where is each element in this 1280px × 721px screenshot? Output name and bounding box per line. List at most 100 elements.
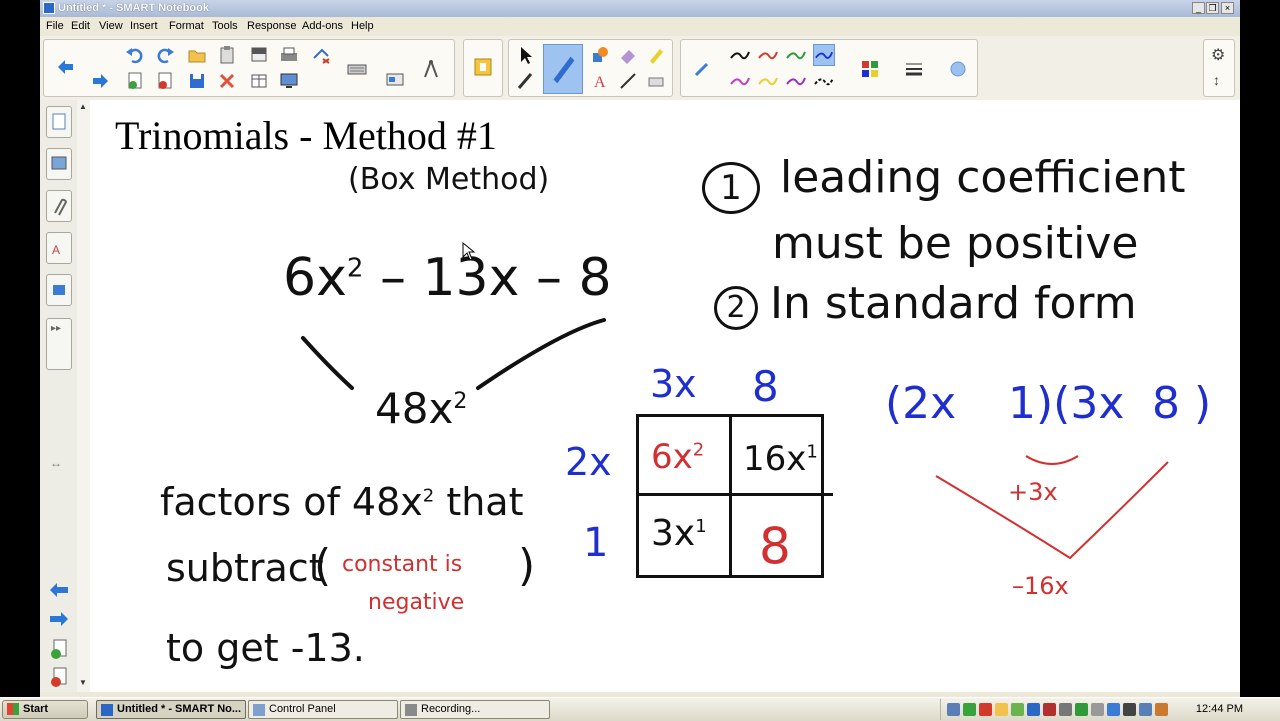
tray-app-icon[interactable] bbox=[1043, 703, 1056, 716]
tray-printer-icon[interactable] bbox=[1091, 703, 1104, 716]
next-page-side-icon[interactable] bbox=[48, 610, 70, 628]
tray-bluetooth-icon[interactable] bbox=[1027, 703, 1040, 716]
task-recording[interactable]: Recording... bbox=[400, 700, 550, 719]
start-button[interactable]: Start bbox=[2, 700, 88, 719]
menu-file[interactable]: File bbox=[46, 20, 64, 32]
properties-tab[interactable]: A bbox=[46, 232, 72, 264]
delete-icon[interactable] bbox=[216, 70, 238, 92]
text-tool-icon[interactable]: A bbox=[589, 70, 611, 92]
tray-folder-icon[interactable] bbox=[995, 703, 1008, 716]
scroll-up-icon[interactable]: ▲ bbox=[79, 102, 87, 111]
undo-icon[interactable] bbox=[124, 44, 146, 66]
vertical-scrollbar[interactable]: ▲ ▼ bbox=[77, 100, 91, 692]
tray-smart-icon[interactable] bbox=[1107, 703, 1120, 716]
menu-view[interactable]: View bbox=[99, 20, 123, 32]
line-purple-icon[interactable] bbox=[785, 70, 807, 92]
highlighter-icon[interactable] bbox=[645, 44, 667, 66]
smart-notebook-app-icon bbox=[43, 2, 55, 14]
creative-pen-icon[interactable] bbox=[515, 70, 537, 92]
select-arrow-icon[interactable] bbox=[515, 44, 537, 66]
add-page-side-icon[interactable] bbox=[48, 638, 70, 660]
tray-update-icon[interactable] bbox=[1155, 703, 1168, 716]
sidebar-collapse-handle[interactable]: ▸▸ bbox=[46, 318, 72, 370]
tray-spotify-icon[interactable] bbox=[1011, 703, 1024, 716]
add-page-icon[interactable] bbox=[124, 70, 146, 92]
window-title: Untitled * - SMART Notebook bbox=[58, 2, 209, 14]
tray-power-icon[interactable] bbox=[1123, 703, 1136, 716]
tray-display-icon[interactable] bbox=[1059, 703, 1072, 716]
next-page-icon[interactable] bbox=[90, 70, 112, 92]
task-smart-notebook-label: Untitled * - SMART No... bbox=[117, 703, 242, 715]
menu-help[interactable]: Help bbox=[351, 20, 374, 32]
tray-sync-icon[interactable] bbox=[1075, 703, 1088, 716]
notebook-task-icon bbox=[101, 704, 113, 716]
line-black-icon[interactable] bbox=[729, 44, 751, 66]
screen-capture-icon[interactable] bbox=[384, 70, 406, 92]
save-icon[interactable] bbox=[186, 70, 208, 92]
toolbar-group-properties bbox=[680, 39, 978, 97]
menu-edit[interactable]: Edit bbox=[71, 20, 90, 32]
delete-page-icon[interactable] bbox=[154, 70, 176, 92]
page-sorter-tab[interactable] bbox=[46, 106, 72, 138]
whiteboard-canvas[interactable]: Trinomials - Method #1 (Box Method) 6x2 … bbox=[90, 100, 1240, 692]
screen-shade-icon[interactable] bbox=[248, 44, 270, 66]
previous-page-side-icon[interactable] bbox=[48, 581, 70, 599]
toolbar-group-gallery bbox=[463, 39, 503, 97]
task-smart-notebook[interactable]: Untitled * - SMART No... bbox=[96, 700, 246, 719]
line-green-icon[interactable] bbox=[785, 44, 807, 66]
compass-icon[interactable] bbox=[420, 58, 442, 80]
shapes-icon[interactable] bbox=[589, 44, 611, 66]
attachments-tab[interactable] bbox=[46, 190, 72, 222]
table-icon[interactable] bbox=[248, 70, 270, 92]
line-red-icon[interactable] bbox=[757, 44, 779, 66]
menu-tools[interactable]: Tools bbox=[212, 20, 238, 32]
capture-toolbar-icon[interactable] bbox=[310, 44, 332, 66]
clock: 12:44 PM bbox=[1195, 703, 1243, 715]
eraser-icon[interactable] bbox=[617, 44, 639, 66]
svg-text:A: A bbox=[594, 74, 606, 91]
line-thickness-icon[interactable] bbox=[903, 58, 925, 80]
tray-network-icon[interactable] bbox=[947, 703, 960, 716]
tray-volume-icon[interactable] bbox=[1139, 703, 1152, 716]
line-blue-icon[interactable] bbox=[813, 44, 835, 66]
gear-icon[interactable]: ⚙ bbox=[1211, 45, 1225, 65]
line-yellow-icon[interactable] bbox=[757, 70, 779, 92]
redo-icon[interactable] bbox=[154, 44, 176, 66]
tray-alert-icon[interactable] bbox=[979, 703, 992, 716]
open-file-icon[interactable] bbox=[186, 44, 208, 66]
menu-insert[interactable]: Insert bbox=[130, 20, 158, 32]
delete-page-side-icon[interactable] bbox=[48, 666, 70, 688]
menu-format[interactable]: Format bbox=[169, 20, 204, 32]
keyboard-icon[interactable] bbox=[346, 58, 368, 80]
restore-button[interactable]: ❐ bbox=[1206, 2, 1219, 14]
eraser-small-icon[interactable] bbox=[645, 70, 667, 92]
display-icon[interactable] bbox=[278, 70, 300, 92]
line-magenta-icon[interactable] bbox=[729, 70, 751, 92]
menu-add-ons[interactable]: Add-ons bbox=[302, 20, 343, 32]
menu-response[interactable]: Response bbox=[247, 20, 297, 32]
tray-security-icon[interactable] bbox=[963, 703, 976, 716]
print-icon[interactable] bbox=[278, 44, 300, 66]
start-label: Start bbox=[23, 703, 49, 715]
gallery-icon[interactable] bbox=[472, 56, 494, 78]
line-tool-icon[interactable] bbox=[617, 70, 639, 92]
task-control-panel[interactable]: Control Panel bbox=[248, 700, 398, 719]
add-ons-tab[interactable] bbox=[46, 274, 72, 306]
previous-page-icon[interactable] bbox=[54, 56, 76, 78]
line-dashed-icon[interactable] bbox=[813, 70, 835, 92]
side-tab-bar: A ▸▸ ↔ bbox=[40, 100, 78, 692]
minimize-button[interactable]: _ bbox=[1192, 2, 1205, 14]
move-toolbar-icon[interactable]: ↕ bbox=[1213, 72, 1220, 88]
pen-style-icon[interactable] bbox=[691, 58, 713, 80]
taskbar: Start Untitled * - SMART No... Control P… bbox=[0, 697, 1280, 721]
gallery-tab[interactable] bbox=[46, 148, 72, 180]
scroll-down-icon[interactable]: ▼ bbox=[79, 678, 87, 687]
system-tray: 12:44 PM bbox=[940, 699, 1280, 720]
close-window-button[interactable]: × bbox=[1221, 2, 1234, 14]
pen-tool-icon[interactable] bbox=[543, 44, 583, 94]
paste-icon[interactable] bbox=[216, 44, 238, 66]
resize-arrows-icon[interactable]: ↔ bbox=[50, 456, 62, 470]
transparency-icon[interactable] bbox=[947, 58, 969, 80]
color-palette-icon[interactable] bbox=[859, 58, 881, 80]
smart-notebook-window: Untitled * - SMART Notebook _ ❐ × File E… bbox=[40, 0, 1240, 720]
